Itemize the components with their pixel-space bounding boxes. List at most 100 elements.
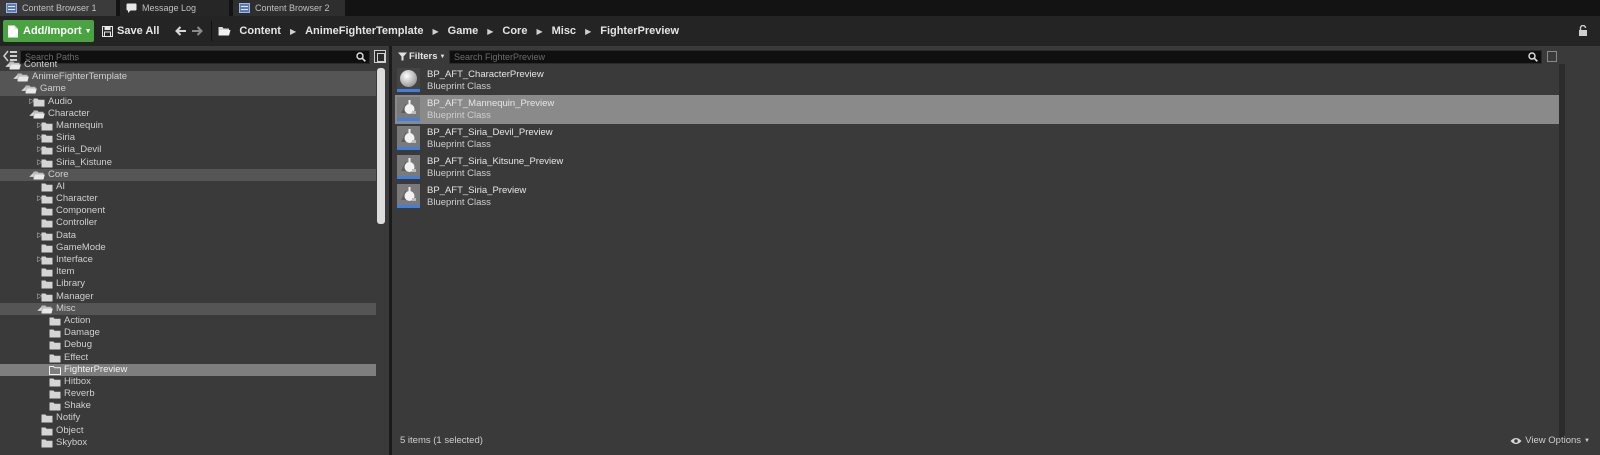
forward-arrow-icon[interactable] — [191, 26, 204, 36]
view-options-button[interactable]: View Options ▼ — [1510, 435, 1590, 446]
folder-icon — [41, 207, 53, 216]
tree-item-label: Reverb — [64, 388, 95, 400]
tree-item-label: Siria_Devil — [56, 144, 102, 156]
folder-icon — [41, 427, 53, 436]
tree-scrollbar[interactable] — [377, 68, 385, 224]
folder-icon — [49, 378, 61, 387]
asset-item[interactable]: BP_AFT_Siria_Preview Blueprint Class — [395, 182, 1559, 211]
tree-item[interactable]: ▷ Data — [0, 230, 376, 242]
tree-item-label: Notify — [56, 412, 81, 424]
tree-item[interactable]: Notify — [0, 412, 376, 424]
tree-item[interactable]: ◢ Game — [0, 83, 376, 96]
folder-icon — [41, 439, 53, 448]
add-import-button[interactable]: Add/Import ▼ — [3, 20, 94, 42]
tree-item[interactable]: AI — [0, 181, 376, 193]
tree-item-label: Siria — [56, 132, 76, 144]
tree-item[interactable]: ▷ Character — [0, 193, 376, 205]
folder-icon — [41, 134, 53, 143]
tree-item[interactable]: Item — [0, 266, 376, 278]
folder-open-icon[interactable] — [218, 26, 231, 36]
breadcrumb-game[interactable]: Game — [448, 25, 479, 37]
tree-item[interactable]: ▷ Manager — [0, 291, 376, 303]
tree-item-label: Siria_Kistune — [56, 156, 112, 168]
tree-item[interactable]: ▷ Siria_Devil — [0, 144, 376, 156]
tree-item[interactable]: ◢ Core — [0, 168, 376, 181]
toolbar-separator — [211, 21, 213, 41]
breadcrumb-misc[interactable]: Misc — [552, 25, 576, 37]
tree-item-label: Character — [48, 107, 90, 119]
tab-message-log[interactable]: Message Log — [120, 0, 229, 16]
save-search-icon[interactable] — [1547, 51, 1557, 62]
tree-item[interactable]: ▷ Interface — [0, 254, 376, 266]
folder-icon — [41, 268, 53, 277]
asset-name: BP_AFT_Siria_Devil_Preview — [427, 127, 553, 138]
search-assets-input[interactable]: Search FighterPreview — [449, 50, 1542, 64]
figure-thumbnail-icon — [397, 155, 420, 179]
save-all-button[interactable]: Save All — [102, 20, 159, 42]
folder-icon — [49, 390, 61, 399]
tree-item[interactable]: Action — [0, 315, 376, 327]
lock-icon[interactable] — [1578, 25, 1588, 36]
add-import-label: Add/Import — [23, 25, 82, 37]
folder-icon — [49, 365, 61, 375]
search-assets-placeholder: Search FighterPreview — [454, 52, 546, 62]
tab-label: Content Browser 2 — [255, 3, 330, 13]
folder-icon — [41, 146, 53, 155]
folder-icon — [41, 414, 53, 423]
asset-scrollbar[interactable] — [1559, 64, 1565, 444]
tree-item[interactable]: Library — [0, 278, 376, 290]
history-nav — [175, 26, 204, 36]
asset-name: BP_AFT_CharacterPreview — [427, 69, 544, 80]
asset-name: BP_AFT_Mannequin_Preview — [427, 98, 555, 109]
tree-item[interactable]: Debug — [0, 339, 376, 351]
folder-icon — [41, 256, 53, 265]
breadcrumb-separator-icon[interactable]: ▶ — [487, 27, 493, 36]
tree-item[interactable]: ▷ Siria_Kistune — [0, 157, 376, 169]
folder-tree: ◢ Content ◢ AnimeFighterTemplate ◢ Game ▷ Audio… — [0, 59, 376, 449]
tree-item[interactable]: Shake — [0, 400, 376, 412]
back-arrow-icon[interactable] — [175, 26, 187, 36]
tree-item[interactable]: ◢ AnimeFighterTemplate — [0, 71, 376, 84]
tree-item[interactable]: ▷ Audio — [0, 96, 376, 108]
tab-content-browser-1[interactable]: Content Browser 1 — [0, 0, 116, 16]
tree-item[interactable]: ◢ Misc — [0, 302, 376, 315]
tab-content-browser-2[interactable]: Content Browser 2 — [233, 0, 345, 16]
tree-item[interactable]: FighterPreview — [0, 363, 376, 376]
breadcrumb-animefightertemplate[interactable]: AnimeFighterTemplate — [305, 25, 423, 37]
tree-item[interactable]: ◢ Character — [0, 108, 376, 120]
breadcrumb-content[interactable]: Content — [239, 25, 281, 37]
content-browser-icon — [6, 3, 17, 13]
tree-item[interactable]: Damage — [0, 327, 376, 339]
breadcrumb-separator-icon[interactable]: ▶ — [432, 27, 438, 36]
tree-item[interactable]: Effect — [0, 352, 376, 364]
asset-item[interactable]: BP_AFT_Siria_Kitsune_Preview Blueprint Cl… — [395, 153, 1559, 182]
asset-item[interactable]: BP_AFT_Siria_Devil_Preview Blueprint Clas… — [395, 124, 1559, 153]
tree-item[interactable]: Controller — [0, 217, 376, 229]
filters-button[interactable]: Filters ▼ — [398, 50, 445, 63]
chevron-down-icon: ▼ — [1584, 437, 1590, 444]
tree-item-label: Library — [56, 278, 86, 290]
tree-item[interactable]: Component — [0, 205, 376, 217]
tree-item[interactable]: ◢ Content — [0, 59, 376, 71]
tab-bar: Content Browser 1 Message Log Content Br… — [0, 0, 1600, 16]
tree-item[interactable]: Object — [0, 425, 376, 437]
breadcrumb-separator-icon[interactable]: ▶ — [536, 27, 542, 36]
asset-type: Blueprint Class — [427, 110, 491, 121]
save-icon — [102, 25, 113, 37]
breadcrumb-separator-icon[interactable]: ▶ — [290, 27, 296, 36]
breadcrumb-separator-icon[interactable]: ▶ — [585, 27, 591, 36]
breadcrumb-core[interactable]: Core — [502, 25, 527, 37]
tree-item[interactable]: Reverb — [0, 388, 376, 400]
tree-item[interactable]: Skybox — [0, 437, 376, 449]
folder-icon — [41, 280, 53, 289]
tree-item[interactable]: ▷ Mannequin — [0, 120, 376, 132]
tab-label: Content Browser 1 — [22, 3, 97, 13]
tree-item[interactable]: Hitbox — [0, 376, 376, 388]
breadcrumb-fighterpreview[interactable]: FighterPreview — [600, 25, 679, 37]
tree-item-label: Shake — [64, 400, 91, 412]
folder-icon — [41, 293, 53, 302]
asset-item[interactable]: BP_AFT_Mannequin_Preview Blueprint Class — [395, 95, 1559, 124]
tree-item[interactable]: GameMode — [0, 242, 376, 254]
tree-item[interactable]: ▷ Siria — [0, 132, 376, 144]
asset-item[interactable]: BP_AFT_CharacterPreview Blueprint Class — [395, 66, 1559, 95]
